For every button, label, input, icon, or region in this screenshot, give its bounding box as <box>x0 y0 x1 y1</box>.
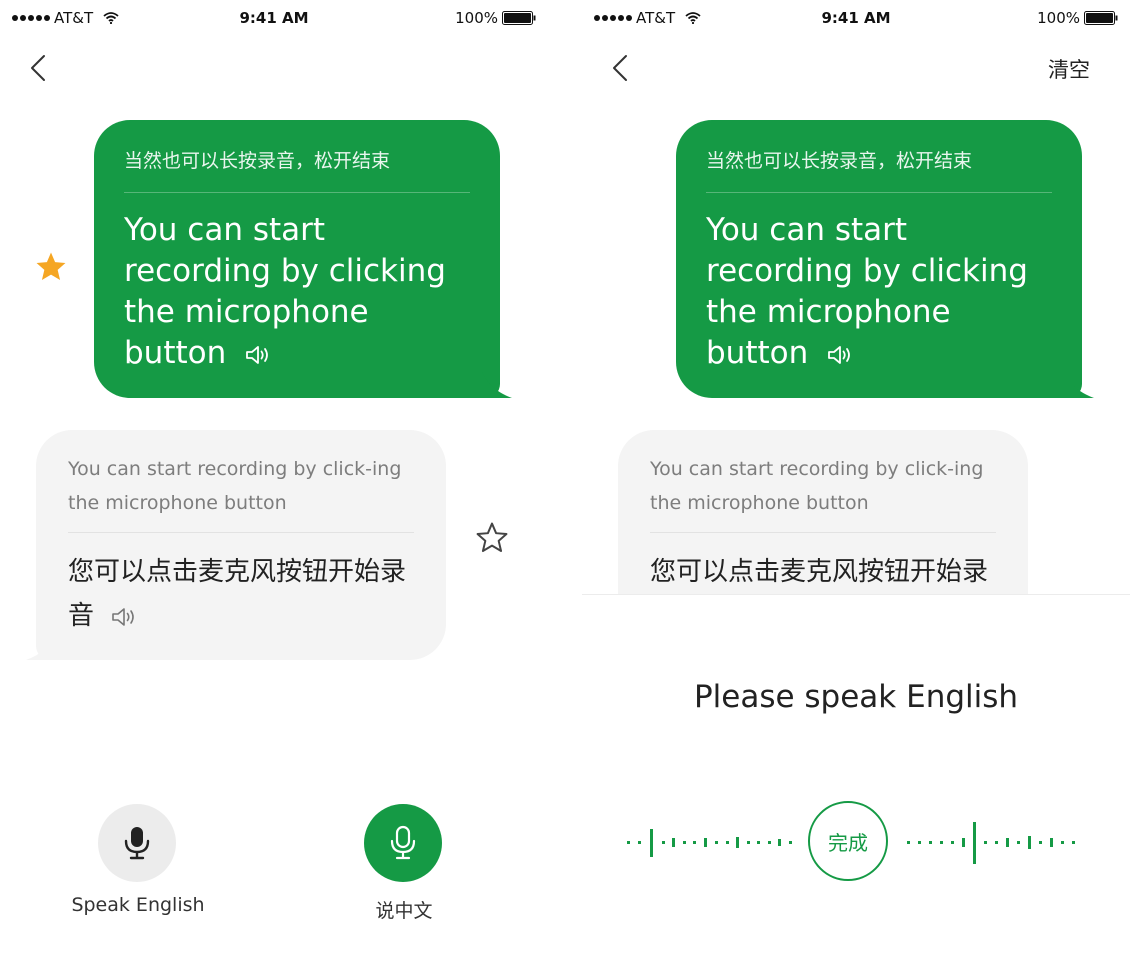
microphone-icon <box>124 827 150 860</box>
back-chevron-icon[interactable] <box>608 52 632 84</box>
reply-source-text: You can start recording by click-ing the… <box>650 458 984 514</box>
star-outline-icon[interactable] <box>475 521 509 555</box>
bubble-tail <box>26 634 56 660</box>
speaker-icon[interactable] <box>110 606 138 628</box>
bubble-divider <box>706 192 1052 193</box>
user-translation: You can start recording by clicking the … <box>124 210 474 374</box>
battery-icon <box>1084 11 1118 25</box>
voice-waveform-right <box>907 822 1075 864</box>
user-translation-text: You can start recording by clicking the … <box>706 212 1028 371</box>
speak-chinese-label[interactable]: 说中文 <box>344 896 464 923</box>
star-filled-icon[interactable] <box>34 250 68 284</box>
listening-panel: Please speak English 完成 <box>582 594 1130 954</box>
user-message-bubble: 当然也可以长按录音，松开结束 You can start recording b… <box>676 120 1094 398</box>
reply-source-text: You can start recording by click-ing the… <box>68 458 402 514</box>
status-right: 100% <box>1037 9 1118 27</box>
speaker-icon[interactable] <box>826 344 854 366</box>
user-source-text: 当然也可以长按录音，松开结束 <box>706 150 973 172</box>
clear-button[interactable]: 清空 <box>1048 54 1090 84</box>
speak-chinese-button[interactable] <box>364 804 442 882</box>
conversation-screen: AT&T 9:41 AM 100% 当然也可以长按录音，松开结束 You can… <box>0 0 548 954</box>
microphone-icon <box>390 825 416 860</box>
battery-percent: 100% <box>1037 9 1080 27</box>
reply-message-bubble: You can start recording by click-ing the… <box>26 430 446 660</box>
listening-screen: AT&T 9:41 AM 100% 清空 当然也可以长按录音，松开结束 You … <box>582 0 1130 954</box>
user-translation: You can start recording by clicking the … <box>706 210 1056 374</box>
bubble-divider <box>68 532 414 533</box>
bubble-divider <box>650 532 996 533</box>
status-right: 100% <box>455 9 536 27</box>
bubble-divider <box>124 192 470 193</box>
status-bar: AT&T 9:41 AM 100% <box>582 0 1130 36</box>
battery-icon <box>502 11 536 25</box>
bubble-tail <box>1064 372 1094 398</box>
bubble-tail <box>482 372 512 398</box>
user-source-text: 当然也可以长按录音，松开结束 <box>124 150 391 172</box>
speak-english-label[interactable]: Speak English <box>60 894 216 916</box>
listening-prompt: Please speak English <box>693 679 1019 715</box>
battery-percent: 100% <box>455 9 498 27</box>
user-message-bubble: 当然也可以长按录音，松开结束 You can start recording b… <box>94 120 512 398</box>
done-button[interactable]: 完成 <box>808 801 888 881</box>
voice-waveform-left <box>627 829 792 857</box>
back-chevron-icon[interactable] <box>26 52 50 84</box>
speak-english-button[interactable] <box>98 804 176 882</box>
reply-translation: 您可以点击麦克风按钮开始录音 <box>68 550 418 638</box>
status-bar: AT&T 9:41 AM 100% <box>0 0 548 36</box>
user-translation-text: You can start recording by clicking the … <box>124 212 446 371</box>
speaker-icon[interactable] <box>244 344 272 366</box>
